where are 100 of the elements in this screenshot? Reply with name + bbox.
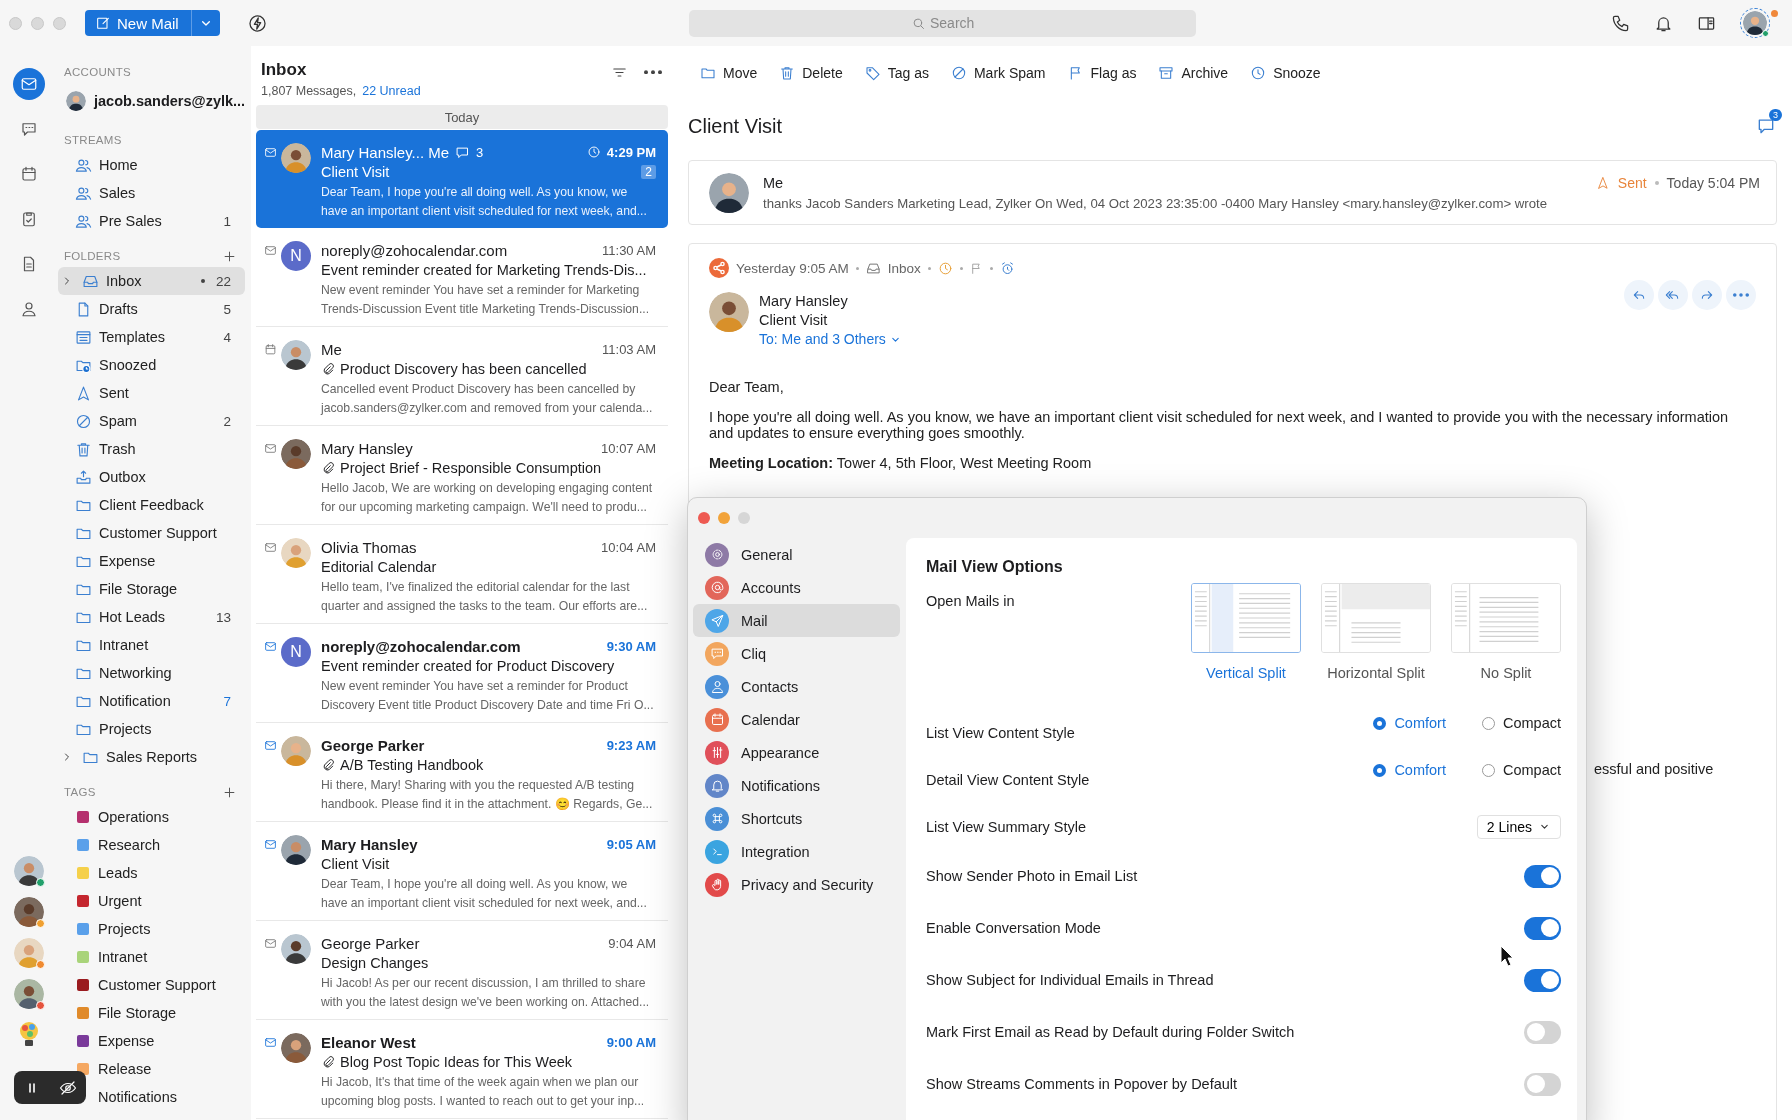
mail-item[interactable]: Me 11:03 AM Product Discovery has been cancelled Cancelled event Product Discovery has been cancelled by jacob.sanders@zylker.com and removed from your calenda...	[256, 327, 668, 426]
toolbar-button[interactable]: Delete	[771, 60, 851, 86]
mail-item[interactable]: George Parker 9:23 AM A/B Testing Handbook Hi there, Mary! Sharing with you the requested A/B testing handbook. Please find it in the attachment. 😊 Regards, Ge...	[256, 723, 668, 822]
folder-item[interactable]: Spam 2	[58, 407, 245, 435]
window-close-button[interactable]	[698, 512, 710, 524]
folder-item[interactable]: Notification 7	[58, 687, 245, 715]
settings-nav-item[interactable]: Accounts	[693, 571, 900, 604]
folder-item[interactable]: File Storage	[58, 575, 245, 603]
avatar	[281, 1033, 311, 1063]
folder-item[interactable]: Drafts 5	[58, 295, 245, 323]
mail-app-icon[interactable]	[12, 68, 45, 100]
tag-label: Release	[98, 1061, 152, 1077]
lightning-icon[interactable]	[247, 13, 267, 33]
account-name[interactable]: jacob.sanders@zylk...	[94, 93, 246, 109]
alarm-icon[interactable]	[999, 260, 1015, 276]
forward-button[interactable]	[1692, 280, 1722, 310]
stream-item[interactable]: Pre Sales 1	[58, 207, 245, 235]
folder-item[interactable]: Trash	[58, 435, 245, 463]
settings-nav-item[interactable]: Mail	[693, 604, 900, 637]
tag-item[interactable]: Projects	[58, 915, 245, 943]
folder-item[interactable]: Client Feedback	[58, 491, 245, 519]
folder-item[interactable]: Expense	[58, 547, 245, 575]
toolbar-button[interactable]: Mark Spam	[942, 60, 1054, 86]
settings-nav-item[interactable]: General	[693, 538, 900, 571]
mail-item[interactable]: Mary Hansley 9:05 AM Client Visit Dear Team, I hope you're all doing well. As you know, we have an important client visit scheduled for next week, and...	[256, 822, 668, 921]
folder-item[interactable]: Customer Support	[58, 519, 245, 547]
count-badge: 2	[641, 165, 656, 179]
settings-nav-item[interactable]: Calendar	[693, 703, 900, 736]
mail-item[interactable]: Eleanor West 9:00 AM Blog Post Topic Ideas for This Week Hi Jacob, It's that time of the week again when we plan our upcoming blog posts. I wanted to reach out to get your inp...	[256, 1020, 668, 1119]
folder-item[interactable]: Networking	[58, 659, 245, 687]
reply-button[interactable]	[1624, 280, 1654, 310]
recipients-link[interactable]: To: Me and 3 Others	[759, 331, 902, 347]
stream-item[interactable]: Sales	[58, 179, 245, 207]
tag-item[interactable]: File Storage	[58, 999, 245, 1027]
folder-item[interactable]: Sales Reports	[58, 743, 245, 771]
toolbar-button[interactable]: Tag as	[856, 60, 937, 86]
flag-icon[interactable]	[969, 261, 983, 275]
toolbar-button[interactable]: Flag as	[1059, 60, 1145, 86]
toolbar-button[interactable]: Archive	[1150, 60, 1237, 86]
folder-item[interactable]: Intranet	[58, 631, 245, 659]
mail-item[interactable]: Mary Hansley 10:07 AM Project Brief - Responsible Consumption Hello Jacob, We are working on developing engaging content for our upcoming marketing campaign. We'll need to produ...	[256, 426, 668, 525]
stream-item[interactable]: Home	[58, 151, 245, 179]
setting-label: Show Sender Photo in Email List	[926, 868, 1138, 884]
tag-item[interactable]: Expense	[58, 1027, 245, 1055]
settings-nav-item[interactable]: Integration	[693, 835, 900, 868]
tag-item[interactable]: Customer Support	[58, 971, 245, 999]
folder-label: Client Feedback	[99, 497, 204, 513]
mail-item[interactable]: Mary Hansley... Me 3 4:29 PM Client Visit 2 Dear Team, I hope you're all doing well. As you know, we have an important client visit scheduled for next week, and...	[256, 130, 668, 228]
message-time: Today 5:04 PM	[1666, 175, 1760, 191]
tag-item[interactable]: Research	[58, 831, 245, 859]
search-field[interactable]: Search	[688, 9, 1196, 37]
radio-option[interactable]: Comfort	[1373, 762, 1446, 778]
folder-item[interactable]: Inbox 22	[58, 267, 245, 295]
settings-nav-item[interactable]: Appearance	[693, 736, 900, 769]
mail-item[interactable]: N noreply@zohocalendar.com 9:30 AM Event reminder created for Product Discovery New event reminder You have set a reminder for Product Discovery Event title Product Discovery Date and time Fri O...	[256, 624, 668, 723]
settings-nav-item[interactable]: Shortcuts	[693, 802, 900, 835]
clock-icon[interactable]	[937, 260, 953, 276]
toggle-switch[interactable]	[1524, 864, 1561, 888]
sender-name: George Parker	[321, 736, 425, 754]
toolbar-button[interactable]: Snooze	[1242, 60, 1329, 86]
settings-nav-item[interactable]: Cliq	[693, 637, 900, 670]
folder-item[interactable]: Hot Leads 13	[58, 603, 245, 631]
lines-dropdown[interactable]: 2 Lines	[1476, 814, 1561, 839]
message-date: Yesterday 9:05 AM	[736, 260, 849, 276]
folder-item[interactable]: Sent	[58, 379, 245, 407]
date-group-header: Today	[256, 105, 668, 129]
toggle-switch[interactable]	[1524, 968, 1561, 992]
toggle-switch[interactable]	[1524, 1020, 1561, 1044]
toggle-switch[interactable]	[1524, 916, 1561, 940]
reply-all-button[interactable]	[1658, 280, 1688, 310]
phone-icon[interactable]	[1611, 13, 1630, 33]
section-heading: ACCOUNTS	[64, 66, 131, 78]
tag-item[interactable]: Intranet	[58, 943, 245, 971]
collapsed-message[interactable]: Me thanks Jacob Sanders Marketing Lead, Zylker On Wed, 04 Oct 2023 23:35:00 -0400 Mary Hansley <mary.hansley@zylker.com> wrote Sent Today 5:04 PM	[688, 160, 1777, 225]
folder-count: 22	[215, 273, 231, 289]
radio-option[interactable]: Compact	[1481, 715, 1561, 731]
setting-label: Enable Conversation Mode	[926, 920, 1101, 936]
folder-item[interactable]: Templates 4	[58, 323, 245, 351]
radio-option[interactable]: Compact	[1481, 762, 1561, 778]
unread-link[interactable]: 22 Unread	[362, 84, 421, 98]
layout-option[interactable]: No Split	[1451, 583, 1561, 681]
toolbar-button[interactable]: Move	[692, 60, 766, 86]
radio-option[interactable]: Comfort	[1373, 715, 1446, 731]
mail-item[interactable]: George Parker 9:04 AM Design Changes Hi Jacob! As per our recent discussion, I am thrilled to share with you the latest design we've been working on. Attached...	[256, 921, 668, 1020]
toggle-switch[interactable]	[1524, 1072, 1561, 1096]
settings-nav-item[interactable]: Privacy and Security	[693, 868, 900, 901]
settings-nav-item[interactable]: Contacts	[693, 670, 900, 703]
comment-count-badge: 3	[1769, 109, 1782, 121]
settings-nav-item[interactable]: Notifications	[693, 769, 900, 802]
folder-item[interactable]: Projects	[58, 715, 245, 743]
folder-item[interactable]: Outbox	[58, 463, 245, 491]
folder-item[interactable]: Snoozed	[58, 351, 245, 379]
mail-item[interactable]: Olivia Thomas 10:04 AM Editorial Calendar Hello team, I've finalized the editorial calendar for the last quarter and assigned the tasks to the team. Our efforts are...	[256, 525, 668, 624]
add-tag-icon[interactable]	[222, 784, 237, 800]
tag-item[interactable]: Urgent	[58, 887, 245, 915]
add-folder-icon[interactable]	[222, 248, 237, 264]
tag-item[interactable]: Operations	[58, 803, 245, 831]
layout-option[interactable]: Vertical Split	[1191, 583, 1301, 681]
tag-item[interactable]: Leads	[58, 859, 245, 887]
layout-option[interactable]: Horizontal Split	[1321, 583, 1431, 681]
